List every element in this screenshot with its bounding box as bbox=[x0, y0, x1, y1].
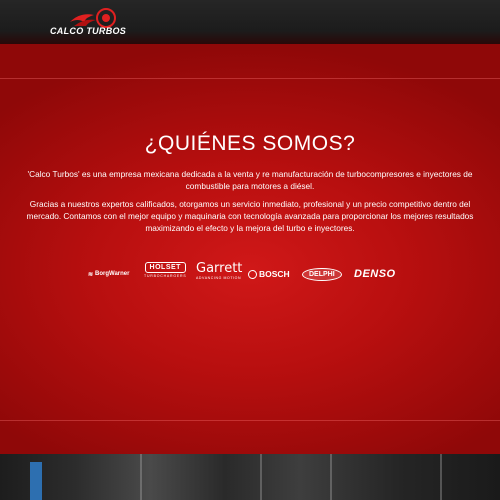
section-title: ¿QUIÉNES SOMOS? bbox=[144, 132, 356, 155]
divider bbox=[0, 420, 500, 421]
borgwarner-logo: ≋ BorgWarner bbox=[88, 271, 130, 278]
divider bbox=[0, 78, 500, 79]
about-paragraph: Gracias a nuestros expertos calificados,… bbox=[26, 199, 474, 233]
photo-detail bbox=[140, 454, 142, 500]
denso-logo: DENSO bbox=[354, 268, 396, 280]
garrett-logo: Garrett ADVANCING MOTION bbox=[196, 261, 243, 280]
photo-detail bbox=[260, 454, 262, 500]
photo-detail bbox=[440, 454, 442, 500]
workshop-photo bbox=[0, 454, 500, 500]
delphi-logo: DELPHI bbox=[302, 264, 342, 284]
about-section bbox=[0, 44, 500, 454]
site-header: CALCO TURBOS bbox=[0, 0, 500, 44]
calco-turbos-logo[interactable]: CALCO TURBOS bbox=[48, 6, 138, 40]
photo-detail bbox=[330, 454, 332, 500]
about-paragraph: 'Calco Turbos' es una empresa mexicana d… bbox=[27, 169, 473, 191]
bosch-logo: BOSCH bbox=[248, 264, 290, 284]
brand-logos: ≋ BorgWarner HOLSET TURBOCHARGERS Garrett… bbox=[88, 261, 408, 284]
machine-part bbox=[30, 462, 42, 500]
bosch-ring-icon bbox=[248, 269, 257, 279]
logo-wordmark: CALCO TURBOS bbox=[50, 26, 127, 36]
holset-logo: HOLSET TURBOCHARGERS bbox=[144, 262, 187, 278]
